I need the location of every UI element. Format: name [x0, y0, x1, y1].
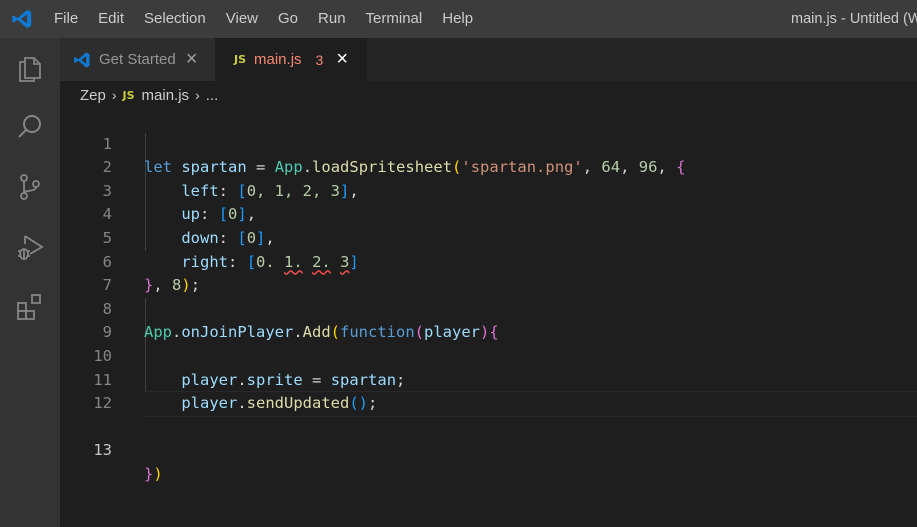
breadcrumb: Zep › JS main.js › ... — [80, 81, 218, 109]
title-bar: File Edit Selection View Go Run Terminal… — [0, 0, 917, 38]
menu-run[interactable]: Run — [308, 0, 356, 38]
menu-terminal[interactable]: Terminal — [356, 0, 433, 38]
menu-edit[interactable]: Edit — [88, 0, 134, 38]
run-debug-icon[interactable] — [13, 230, 47, 264]
code-line: 10 player.sprite = spartan; — [60, 321, 917, 389]
code-line: 1 let spartan = App.loadSpritesheet('spa… — [60, 109, 917, 177]
menu-view[interactable]: View — [216, 0, 268, 38]
chevron-right-icon: › — [195, 87, 200, 103]
vscode-logo-icon — [73, 51, 91, 69]
tab-get-started[interactable]: Get Started × — [60, 38, 215, 81]
files-icon[interactable] — [13, 51, 47, 85]
editor-tabs: Get Started × JS main.js 3 × — [60, 38, 917, 81]
code-line: 7 — [60, 251, 917, 294]
close-icon[interactable]: × — [186, 48, 198, 71]
close-icon[interactable]: × — [336, 48, 348, 71]
window-title: main.js - Untitled (W — [791, 11, 917, 27]
vscode-logo-icon[interactable] — [11, 8, 33, 30]
tab-main-js[interactable]: JS main.js 3 × — [215, 38, 367, 81]
code-editor[interactable]: 1 let spartan = App.loadSpritesheet('spa… — [60, 109, 917, 527]
activity-bar — [0, 38, 60, 527]
breadcrumb-folder[interactable]: Zep — [80, 87, 106, 104]
menu-go[interactable]: Go — [268, 0, 308, 38]
code-line: 8 App.onJoinPlayer.Add(function(player){ — [60, 274, 917, 342]
menu-help[interactable]: Help — [432, 0, 483, 38]
chevron-right-icon: › — [111, 87, 117, 103]
code-line: 6 }, 8); — [60, 227, 917, 295]
menu-selection[interactable]: Selection — [134, 0, 216, 38]
breadcrumb-file[interactable]: main.js — [142, 87, 190, 104]
problems-count-badge: 3 — [315, 51, 324, 68]
javascript-file-icon: JS — [122, 88, 135, 102]
code-line-active: 13 }) — [60, 391, 917, 483]
current-line-highlight — [144, 391, 917, 417]
line-number: 13 — [93, 441, 112, 460]
search-icon[interactable] — [13, 110, 47, 144]
code-line: 3 up: [0], — [60, 156, 917, 224]
source-control-icon[interactable] — [13, 170, 47, 204]
code-line: 2 left: [0, 1, 2, 3], — [60, 133, 917, 200]
menu-file[interactable]: File — [53, 0, 88, 38]
code-line: 11 player.sendUpdated(); — [60, 345, 917, 413]
extensions-icon[interactable] — [13, 290, 47, 324]
code-line: 12 — [60, 369, 917, 412]
code-line: 5 right: [0. 1. 2. 3] — [60, 203, 917, 271]
code-line: 4 down: [0], — [60, 180, 917, 247]
tab-label: main.js — [254, 51, 302, 68]
menu-bar: File Edit Selection View Go Run Terminal… — [53, 0, 483, 38]
javascript-file-icon: JS — [234, 53, 247, 66]
tab-label: Get Started — [99, 51, 176, 68]
breadcrumb-symbols[interactable]: ... — [206, 87, 219, 104]
code-text: }) — [144, 464, 163, 483]
code-line: 9 — [60, 298, 917, 341]
